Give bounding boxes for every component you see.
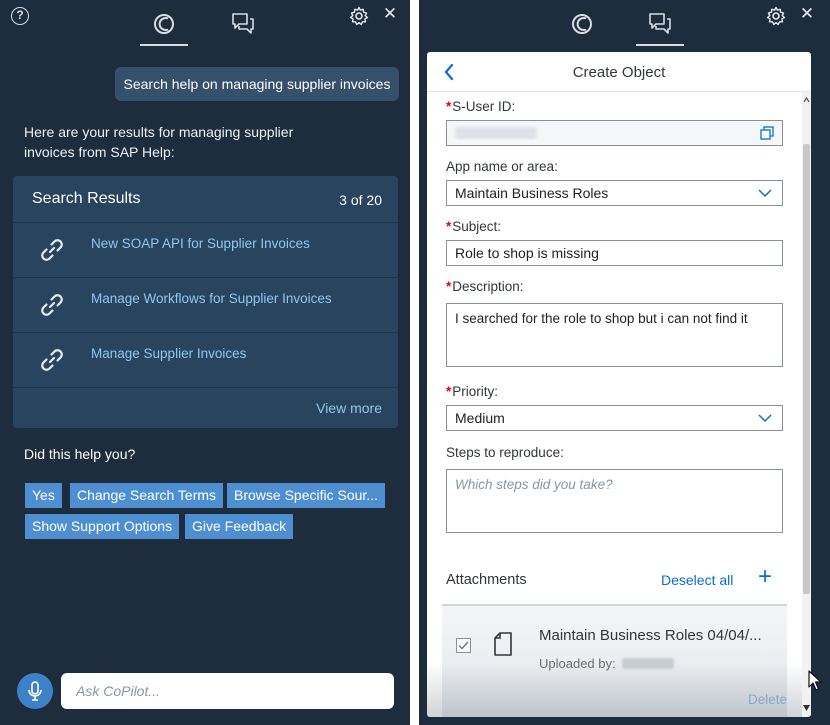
- chevron-down-icon: [758, 414, 772, 423]
- attachments-label: Attachments: [446, 572, 527, 588]
- result-item[interactable]: Manage Supplier Invoices: [13, 332, 398, 387]
- s-user-id-label-text: S-User ID:: [452, 99, 516, 114]
- view-more-link[interactable]: View more: [316, 400, 382, 416]
- scroll-down-icon[interactable]: [802, 704, 811, 712]
- description-label-text: Description:: [452, 279, 524, 294]
- mouse-cursor-icon: [808, 670, 822, 691]
- gear-icon[interactable]: [349, 6, 369, 26]
- document-icon: [494, 632, 512, 656]
- priority-label-text: Priority:: [452, 384, 499, 399]
- tab-copilot[interactable]: [140, 10, 188, 46]
- required-marker: *: [446, 99, 452, 114]
- deselect-all-link[interactable]: Deselect all: [661, 572, 733, 588]
- form-title: Create Object: [572, 64, 666, 81]
- create-object-form: Create Object *S-User ID: App name or ar…: [427, 52, 811, 717]
- search-results-count: 3 of 20: [339, 192, 382, 208]
- result-item[interactable]: Manage Workflows for Supplier Invoices: [13, 277, 398, 332]
- microphone-button[interactable]: [17, 673, 53, 709]
- s-user-id-field[interactable]: [446, 120, 783, 146]
- app-area-value: Maintain Business Roles: [455, 185, 609, 201]
- ask-copilot-input[interactable]: [61, 673, 394, 709]
- bot-message: Here are your results for managing suppl…: [24, 124, 294, 160]
- description-textarea[interactable]: I searched for the role to shop but i ca…: [446, 303, 783, 367]
- required-marker: *: [446, 279, 452, 294]
- panel-header: ? ✕: [0, 0, 410, 50]
- subject-label: *Subject:: [446, 219, 501, 234]
- close-icon[interactable]: ✕: [798, 5, 816, 23]
- link-icon: [41, 294, 63, 316]
- gear-icon[interactable]: [766, 6, 786, 26]
- scrollbar-thumb[interactable]: [803, 144, 810, 594]
- required-marker: *: [446, 384, 452, 399]
- result-link[interactable]: Manage Workflows for Supplier Invoices: [91, 291, 332, 306]
- create-object-panel: ✕ Create Object *S-User ID: App name or …: [419, 0, 830, 725]
- search-results-title: Search Results: [32, 190, 141, 207]
- steps-textarea[interactable]: Which steps did you take?: [446, 469, 783, 533]
- priority-label: *Priority:: [446, 384, 498, 399]
- link-icon: [41, 239, 63, 261]
- copilot-chat-panel: ? ✕ Search help on managing supplier inv…: [0, 0, 410, 725]
- give-feedback-button[interactable]: Give Feedback: [185, 514, 294, 539]
- required-marker: *: [446, 219, 452, 234]
- yes-button[interactable]: Yes: [25, 483, 62, 508]
- microphone-icon: [28, 681, 42, 701]
- copilot-icon: [572, 14, 592, 34]
- scroll-up-icon[interactable]: [803, 97, 810, 103]
- tab-copilot[interactable]: [558, 10, 606, 46]
- app-area-select[interactable]: Maintain Business Roles: [446, 180, 783, 206]
- priority-value: Medium: [455, 410, 505, 426]
- attachment-name: Maintain Business Roles 04/04/...: [539, 627, 762, 644]
- copilot-icon: [154, 14, 174, 34]
- form-header: Create Object: [427, 52, 811, 92]
- feedback-question: Did this help you?: [24, 446, 136, 462]
- chat-icon: [649, 13, 671, 34]
- delete-button[interactable]: Delete: [748, 692, 787, 707]
- chat-icon: [232, 13, 254, 34]
- priority-select[interactable]: Medium: [446, 405, 783, 431]
- s-user-id-label: *S-User ID:: [446, 99, 515, 114]
- result-link[interactable]: New SOAP API for Supplier Invoices: [91, 236, 310, 251]
- search-results-card: Search Results 3 of 20 New SOAP API for …: [13, 176, 398, 428]
- link-icon: [41, 349, 63, 371]
- result-item[interactable]: New SOAP API for Supplier Invoices: [13, 222, 398, 277]
- search-results-header: Search Results 3 of 20: [13, 176, 398, 223]
- change-search-terms-button[interactable]: Change Search Terms: [70, 483, 224, 508]
- subject-input[interactable]: Role to shop is missing: [446, 240, 783, 266]
- result-link[interactable]: Manage Supplier Invoices: [91, 346, 246, 361]
- tab-chat[interactable]: [219, 10, 267, 46]
- browse-specific-sources-button[interactable]: Browse Specific Sour...: [227, 483, 385, 508]
- description-label: *Description:: [446, 279, 524, 294]
- checkmark-icon: [458, 641, 469, 650]
- tab-chat[interactable]: [636, 10, 684, 46]
- redacted-value: [455, 127, 537, 139]
- bottom-fade: [427, 662, 811, 717]
- value-help-icon[interactable]: [760, 126, 774, 140]
- show-support-options-button[interactable]: Show Support Options: [25, 514, 180, 539]
- scrollbar[interactable]: [802, 92, 811, 717]
- add-attachment-icon[interactable]: +: [758, 565, 776, 589]
- user-message: Search help on managing supplier invoice…: [115, 67, 399, 101]
- close-icon[interactable]: ✕: [381, 5, 399, 23]
- subject-label-text: Subject:: [452, 219, 502, 234]
- steps-placeholder: Which steps did you take?: [455, 477, 613, 492]
- attachment-checkbox[interactable]: [456, 638, 471, 653]
- chevron-down-icon: [758, 189, 772, 198]
- app-area-label: App name or area:: [446, 159, 558, 174]
- steps-label: Steps to reproduce:: [446, 445, 564, 460]
- help-icon[interactable]: ?: [11, 7, 29, 25]
